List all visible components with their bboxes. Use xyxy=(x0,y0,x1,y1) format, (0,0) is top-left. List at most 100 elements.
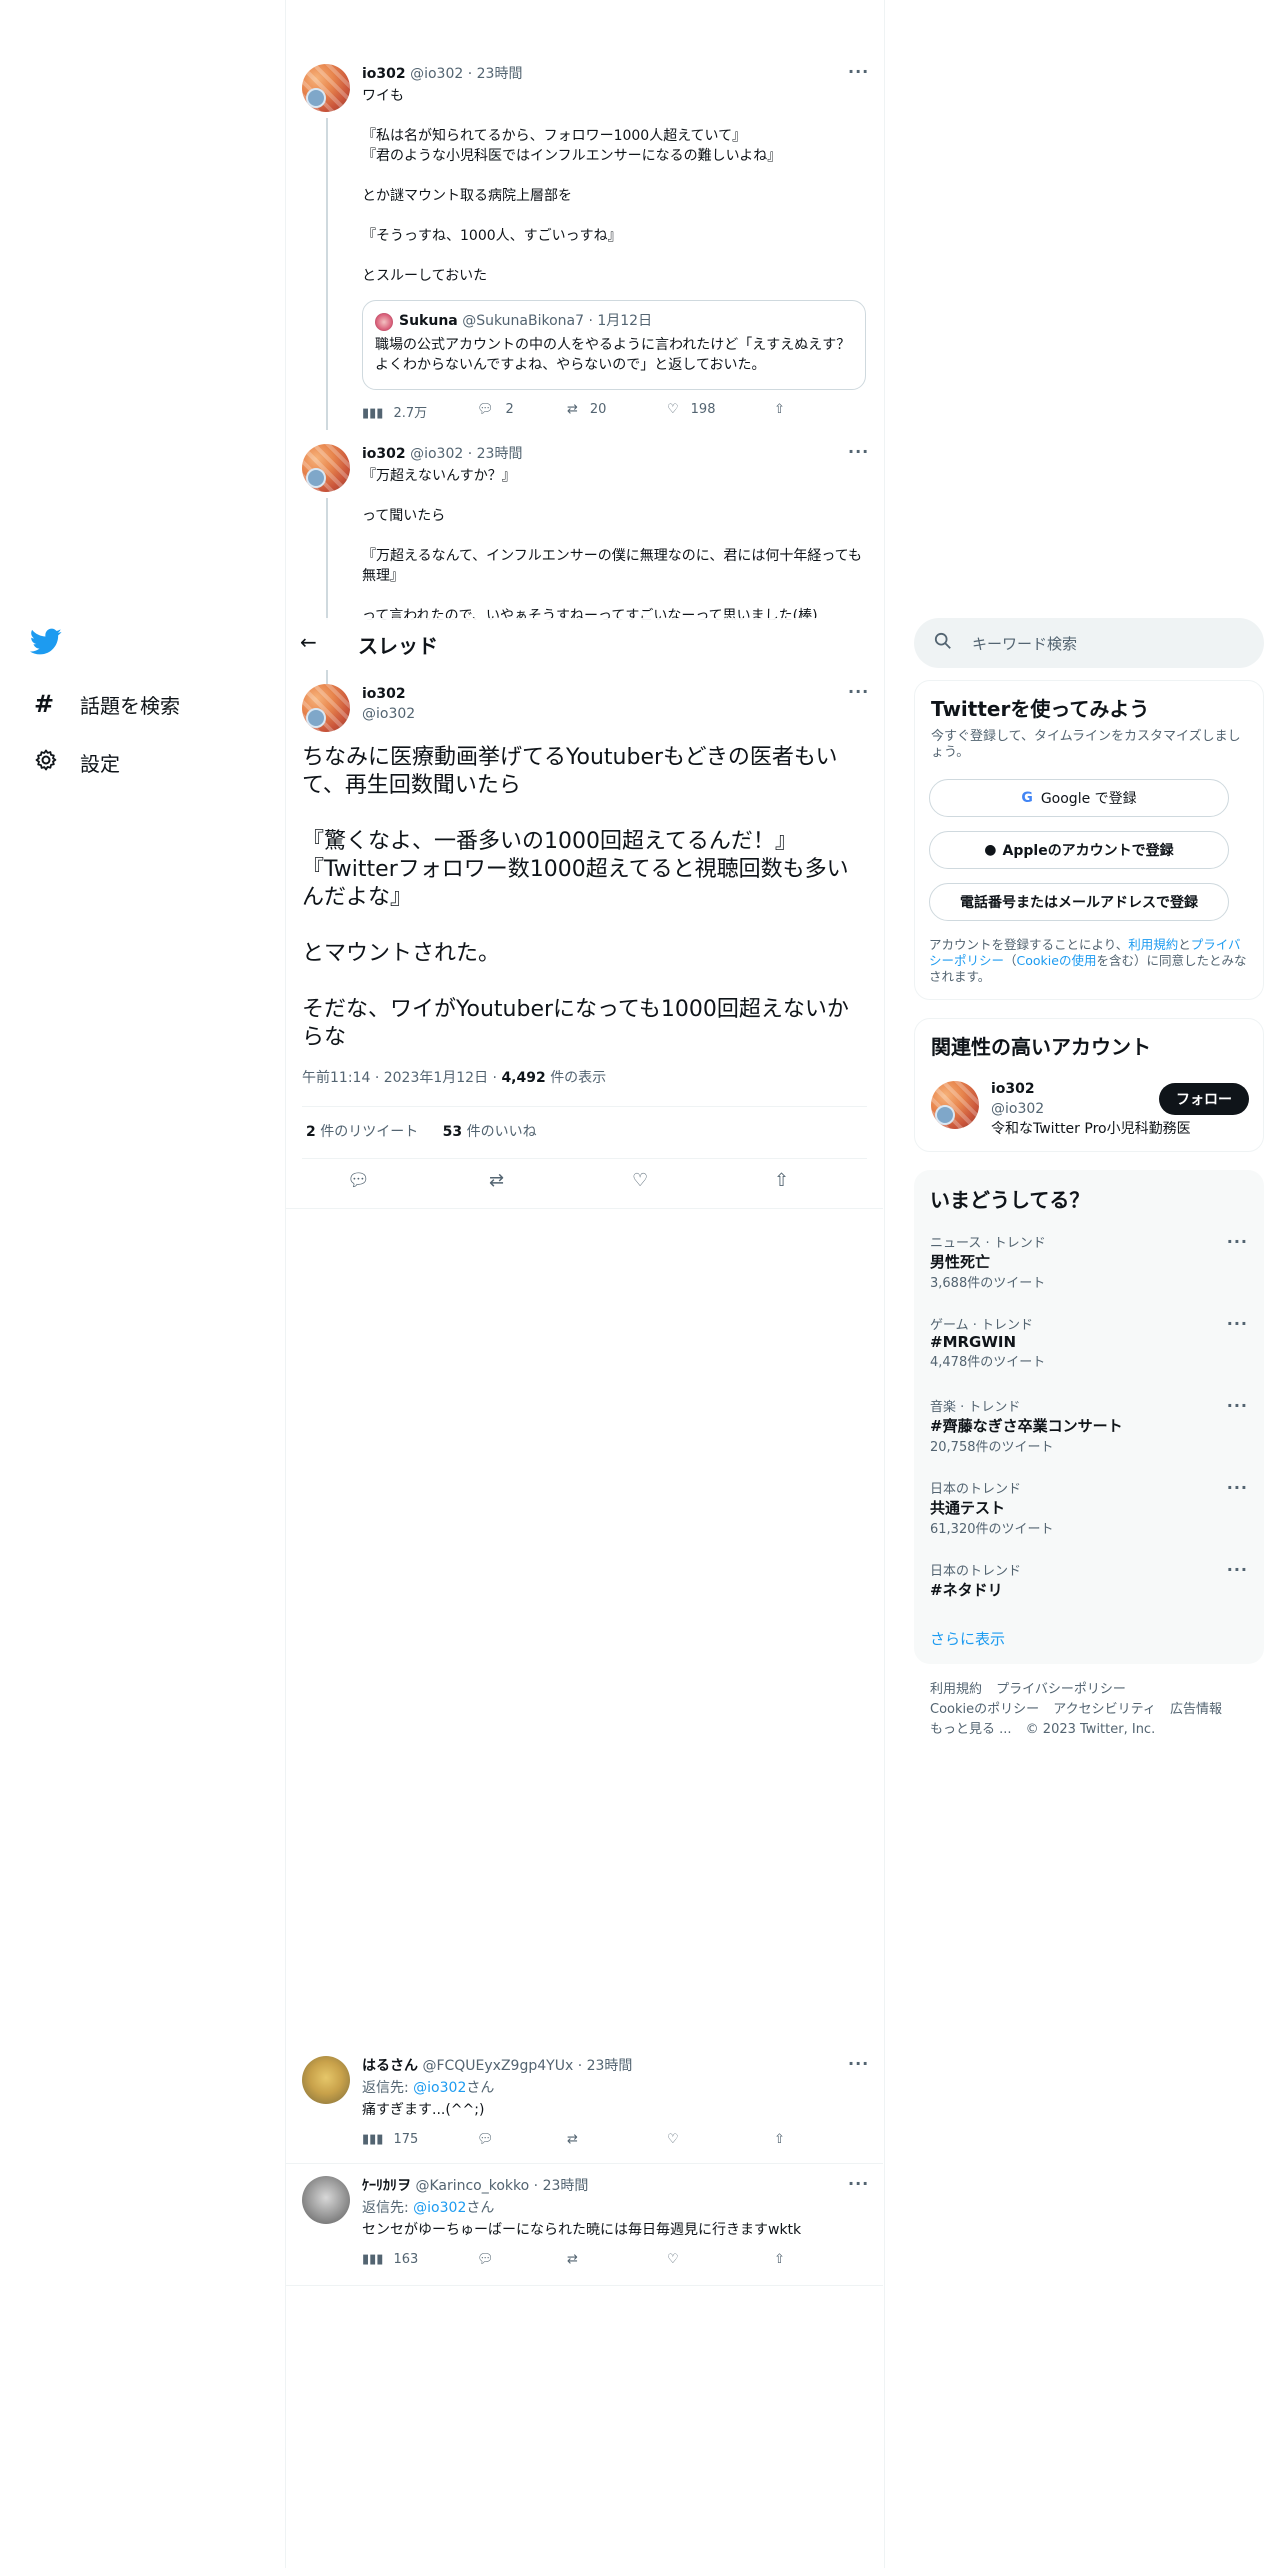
tweet-time[interactable]: 23時間 xyxy=(477,446,523,462)
terms-link[interactable]: 利用規約 xyxy=(1128,937,1178,952)
tweet-time[interactable]: 午前11:14 xyxy=(302,1070,370,1086)
heart-icon[interactable]: ♡ xyxy=(667,2132,679,2147)
footer-ads-link[interactable]: 広告情報 xyxy=(1170,1702,1222,1717)
author-name[interactable]: ｹｰﾘｶﾘヲ xyxy=(362,2178,411,2194)
signup-legal: アカウントを登録することにより、利用規約とプライバシーポリシー（Cookieの使… xyxy=(929,937,1247,984)
author-handle[interactable]: @FCQUEyxZ9gp4YUx xyxy=(422,2058,573,2074)
footer-links: 利用規約 プライバシーポリシー Cookieのポリシー アクセシビリティ 広告情… xyxy=(930,1680,1260,1740)
cookie-link[interactable]: Cookieの使用 xyxy=(1017,953,1097,968)
views-stat[interactable]: ▮▮▮ 163 xyxy=(362,2252,418,2267)
share-icon[interactable]: ⇧ xyxy=(774,2132,785,2147)
heart-icon[interactable]: ♡ xyxy=(632,1170,648,1191)
author-name[interactable]: はるさん xyxy=(362,2058,418,2074)
reply-icon[interactable]: 💬︎ xyxy=(347,1170,370,1191)
retweet-icon[interactable]: ⇄ xyxy=(489,1170,504,1191)
heart-icon[interactable]: ♡ xyxy=(667,2252,679,2267)
footer-cookie-link[interactable]: Cookieのポリシー xyxy=(930,1702,1039,1717)
author-handle[interactable]: @io302 xyxy=(410,66,463,82)
author-handle[interactable]: @io302 xyxy=(362,704,415,724)
search-bar[interactable]: キーワード検索 xyxy=(914,618,1264,668)
trend-item[interactable]: 音楽 · トレンド #齊藤なぎさ卒業コンサート 20,758件のツイート ··· xyxy=(930,1396,1248,1466)
reply-to-link[interactable]: @io302 xyxy=(413,2080,466,2096)
quote-avatar xyxy=(375,313,393,331)
thread-connector xyxy=(326,118,328,430)
reply-to-link[interactable]: @io302 xyxy=(413,2200,466,2216)
thread-connector xyxy=(326,498,328,620)
signup-panel: Twitterを使ってみよう 今すぐ登録して、タイムラインをカスタマイズしましょ… xyxy=(914,680,1264,1000)
footer-more-link[interactable]: もっと見る ... xyxy=(930,1722,1012,1737)
trend-item[interactable]: 日本のトレンド #ネタドリ ··· xyxy=(930,1560,1248,1610)
share-button[interactable]: ⇧ xyxy=(774,402,785,417)
author-handle[interactable]: @io302 xyxy=(410,446,463,462)
thread-tweet-1[interactable]: io302 @io302 · 23時間 ··· ワイも 『私は名が知られてるから… xyxy=(286,50,883,430)
views-icon: ▮▮▮ xyxy=(362,2132,384,2147)
quote-author-handle: @SukunaBikona7 xyxy=(462,313,584,329)
more-icon[interactable]: ··· xyxy=(848,2054,869,2073)
nav-explore-label: 話題を検索 xyxy=(80,693,180,718)
tweet-time[interactable]: 23時間 xyxy=(477,66,523,82)
more-icon[interactable]: ··· xyxy=(848,2174,869,2193)
author-handle[interactable]: @Karinco_kokko xyxy=(415,2178,529,2194)
avatar[interactable] xyxy=(302,444,350,492)
like-count-link[interactable]: 53 件のいいね xyxy=(443,1124,537,1140)
share-icon[interactable]: ⇧ xyxy=(774,1170,789,1191)
more-icon[interactable]: ··· xyxy=(1227,1314,1248,1333)
reply-icon: 💬︎ xyxy=(477,402,494,417)
avatar[interactable] xyxy=(302,2176,350,2224)
tweet-time[interactable]: 23時間 xyxy=(587,2058,633,2074)
retweet-button[interactable]: ⇄ 20 xyxy=(567,402,606,417)
reply-icon[interactable]: 💬︎ xyxy=(477,2252,494,2267)
thread-connector xyxy=(326,670,328,684)
google-signup-button[interactable]: G Google で登録 xyxy=(929,779,1229,817)
author-name[interactable]: io302 xyxy=(362,446,406,462)
like-button[interactable]: ♡ 198 xyxy=(667,402,715,417)
reply-tweet-2[interactable]: ｹｰﾘｶﾘヲ @Karinco_kokko · 23時間 ··· 返信先: @i… xyxy=(286,2164,883,2286)
quote-tweet[interactable]: Sukuna @SukunaBikona7 · 1月12日 職場の公式アカウント… xyxy=(362,300,866,390)
avatar[interactable] xyxy=(931,1081,979,1129)
more-icon[interactable]: ··· xyxy=(1227,1478,1248,1497)
trend-item[interactable]: 日本のトレンド 共通テスト 61,320件のツイート ··· xyxy=(930,1478,1248,1548)
tweet-time[interactable]: 23時間 xyxy=(543,2178,589,2194)
reply-icon[interactable]: 💬︎ xyxy=(477,2132,494,2147)
avatar[interactable] xyxy=(302,684,350,732)
thread-tweet-2[interactable]: io302 @io302 · 23時間 ··· 『万超えないんすか？』 って聞い… xyxy=(286,430,883,620)
hashtag-icon: # xyxy=(34,690,55,718)
signup-title: Twitterを使ってみよう xyxy=(931,697,1150,721)
nav-explore[interactable]: # 話題を検索 xyxy=(34,688,254,720)
retweet-icon[interactable]: ⇄ xyxy=(567,2252,578,2267)
twitter-logo-icon[interactable] xyxy=(30,628,66,664)
back-arrow-icon[interactable]: ← xyxy=(300,630,317,654)
reply-tweet-1[interactable]: はるさん @FCQUEyxZ9gp4YUx · 23時間 ··· 返信先: @i… xyxy=(286,2044,883,2164)
search-input[interactable]: キーワード検索 xyxy=(972,633,1077,654)
trend-item[interactable]: ニュース · トレンド 男性死亡 3,688件のツイート ··· xyxy=(930,1232,1248,1302)
tweet-text: 痛すぎます...(^^;) xyxy=(362,2102,485,2118)
author-name[interactable]: io302 xyxy=(362,684,415,704)
more-icon[interactable]: ··· xyxy=(1227,1396,1248,1415)
author-name[interactable]: io302 xyxy=(362,66,406,82)
footer-accessibility-link[interactable]: アクセシビリティ xyxy=(1053,1702,1156,1717)
footer-terms-link[interactable]: 利用規約 xyxy=(930,1682,982,1697)
more-icon[interactable]: ··· xyxy=(848,442,869,461)
page-title: スレッド xyxy=(358,634,438,658)
avatar[interactable] xyxy=(302,64,350,112)
more-icon[interactable]: ··· xyxy=(1227,1560,1248,1579)
retweet-count-link[interactable]: 2 件のリツイート xyxy=(306,1124,418,1140)
show-more-link[interactable]: さらに表示 xyxy=(930,1628,1005,1649)
tweet-date[interactable]: 2023年1月12日 xyxy=(384,1070,488,1086)
nav-settings[interactable]: 設定 xyxy=(34,746,254,778)
footer-privacy-link[interactable]: プライバシーポリシー xyxy=(996,1682,1126,1697)
follow-button[interactable]: フォロー xyxy=(1159,1083,1249,1115)
more-icon[interactable]: ··· xyxy=(848,682,869,701)
quote-author-name: Sukuna xyxy=(399,313,458,329)
reply-button[interactable]: 💬︎ 2 xyxy=(477,402,514,417)
more-icon[interactable]: ··· xyxy=(1227,1232,1248,1251)
more-icon[interactable]: ··· xyxy=(848,62,869,81)
avatar[interactable] xyxy=(302,2056,350,2104)
views-stat[interactable]: ▮▮▮ 175 xyxy=(362,2132,418,2147)
retweet-icon[interactable]: ⇄ xyxy=(567,2132,578,2147)
share-icon[interactable]: ⇧ xyxy=(774,2252,785,2267)
phone-email-signup-button[interactable]: 電話番号またはメールアドレスで登録 xyxy=(929,883,1229,921)
views-stat[interactable]: ▮▮▮ 2.7万 xyxy=(362,402,427,421)
trend-item[interactable]: ゲーム · トレンド #MRGWIN 4,478件のツイート ··· xyxy=(930,1314,1248,1384)
apple-signup-button[interactable]: ● Appleのアカウントで登録 xyxy=(929,831,1229,869)
